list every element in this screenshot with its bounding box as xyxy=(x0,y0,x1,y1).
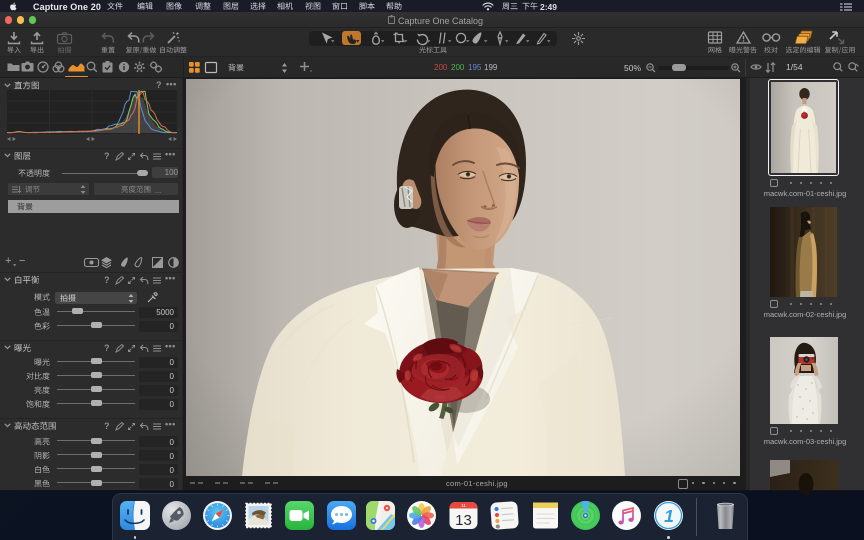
svg-text:13: 13 xyxy=(455,512,472,529)
svg-text:1: 1 xyxy=(664,506,674,526)
svg-text:11: 11 xyxy=(461,503,466,508)
